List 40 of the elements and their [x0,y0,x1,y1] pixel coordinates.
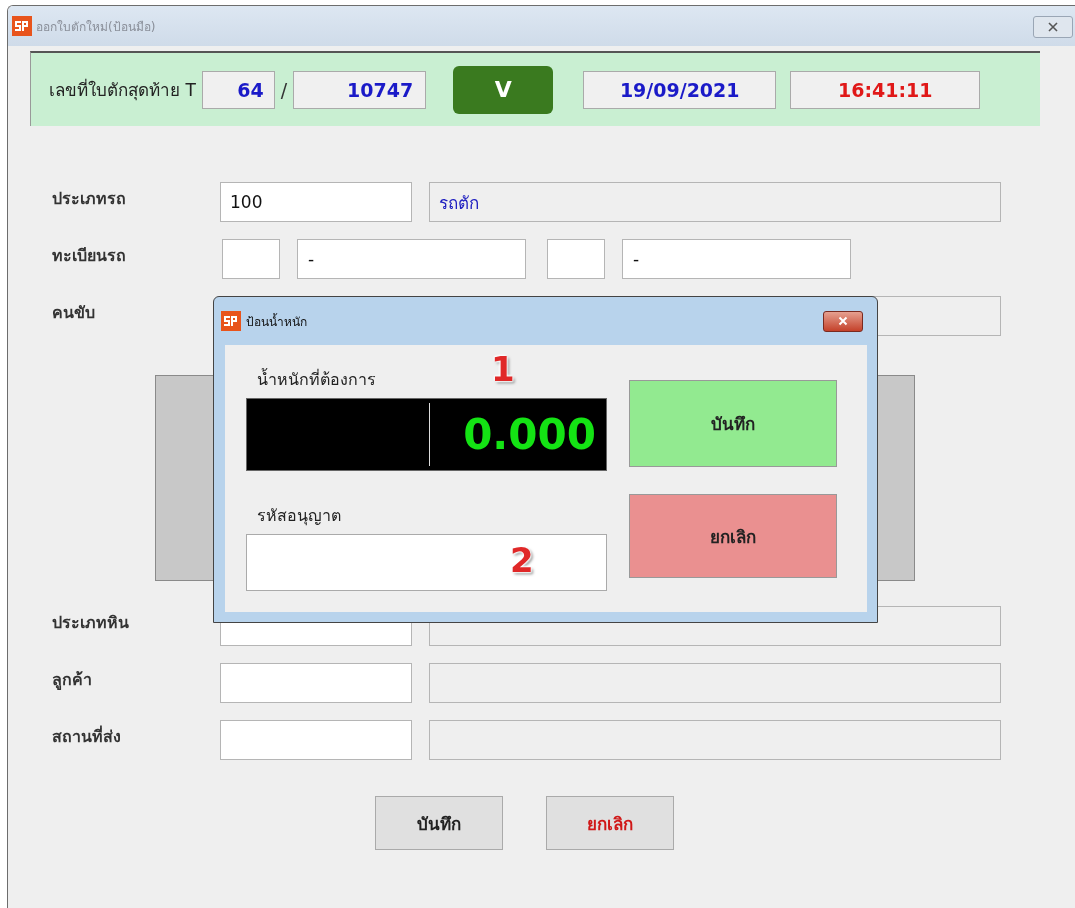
last-ticket-label: เลขที่ใบตักสุดท้าย T [49,77,196,103]
input-field[interactable]: 100 [220,182,412,222]
readonly-field[interactable]: รถตัก [429,182,1001,222]
cancel-button[interactable]: ยกเลิก [546,796,674,850]
time-display: 16:41:11 [790,70,981,109]
date-display: 19/09/2021 [583,70,777,109]
readonly-field[interactable] [429,663,1001,703]
step-number: 1 [491,352,515,386]
field-label: ประเภทรถ [51,188,127,210]
input-field[interactable] [222,239,280,279]
input-field[interactable]: - [297,239,526,279]
ticket-year: 64 [201,70,275,109]
field-label: ลูกค้า [51,669,93,692]
weight-display[interactable]: 0.000 [246,398,607,471]
weight-label: น้ำหนักที่ต้องการ [257,367,376,391]
input-field[interactable] [547,239,605,279]
save-button[interactable]: บันทึก [375,796,503,850]
status-badge: V [453,65,554,114]
field-label: คนขับ [51,302,96,324]
save-button[interactable]: บันทึก [629,380,837,467]
readonly-field[interactable] [429,720,1001,760]
permit-code-field[interactable] [246,534,607,591]
app-logo-icon [12,16,32,36]
close-button[interactable] [823,310,863,332]
dialog-title: ป้อนน้ำหนัก [246,312,307,331]
window-title: ออกใบตักใหม่(ป้อนมือ) [36,18,156,36]
permit-code-label: รหัสอนุญาต [257,505,341,528]
field-label: ทะเบียนรถ [51,245,127,267]
step-number: 2 [510,543,534,577]
separator-text: / [280,78,288,101]
close-icon [1048,22,1058,32]
field-label: ประเภทหิน [51,612,130,634]
cancel-button[interactable]: ยกเลิก [629,494,837,578]
ticket-number: 10747 [293,70,427,109]
close-icon [838,316,848,326]
app-logo-icon [221,311,241,331]
field-label: สถานที่ส่ง [51,724,122,748]
input-field[interactable]: - [622,239,851,279]
input-field[interactable] [220,663,412,703]
input-field[interactable] [220,720,412,760]
